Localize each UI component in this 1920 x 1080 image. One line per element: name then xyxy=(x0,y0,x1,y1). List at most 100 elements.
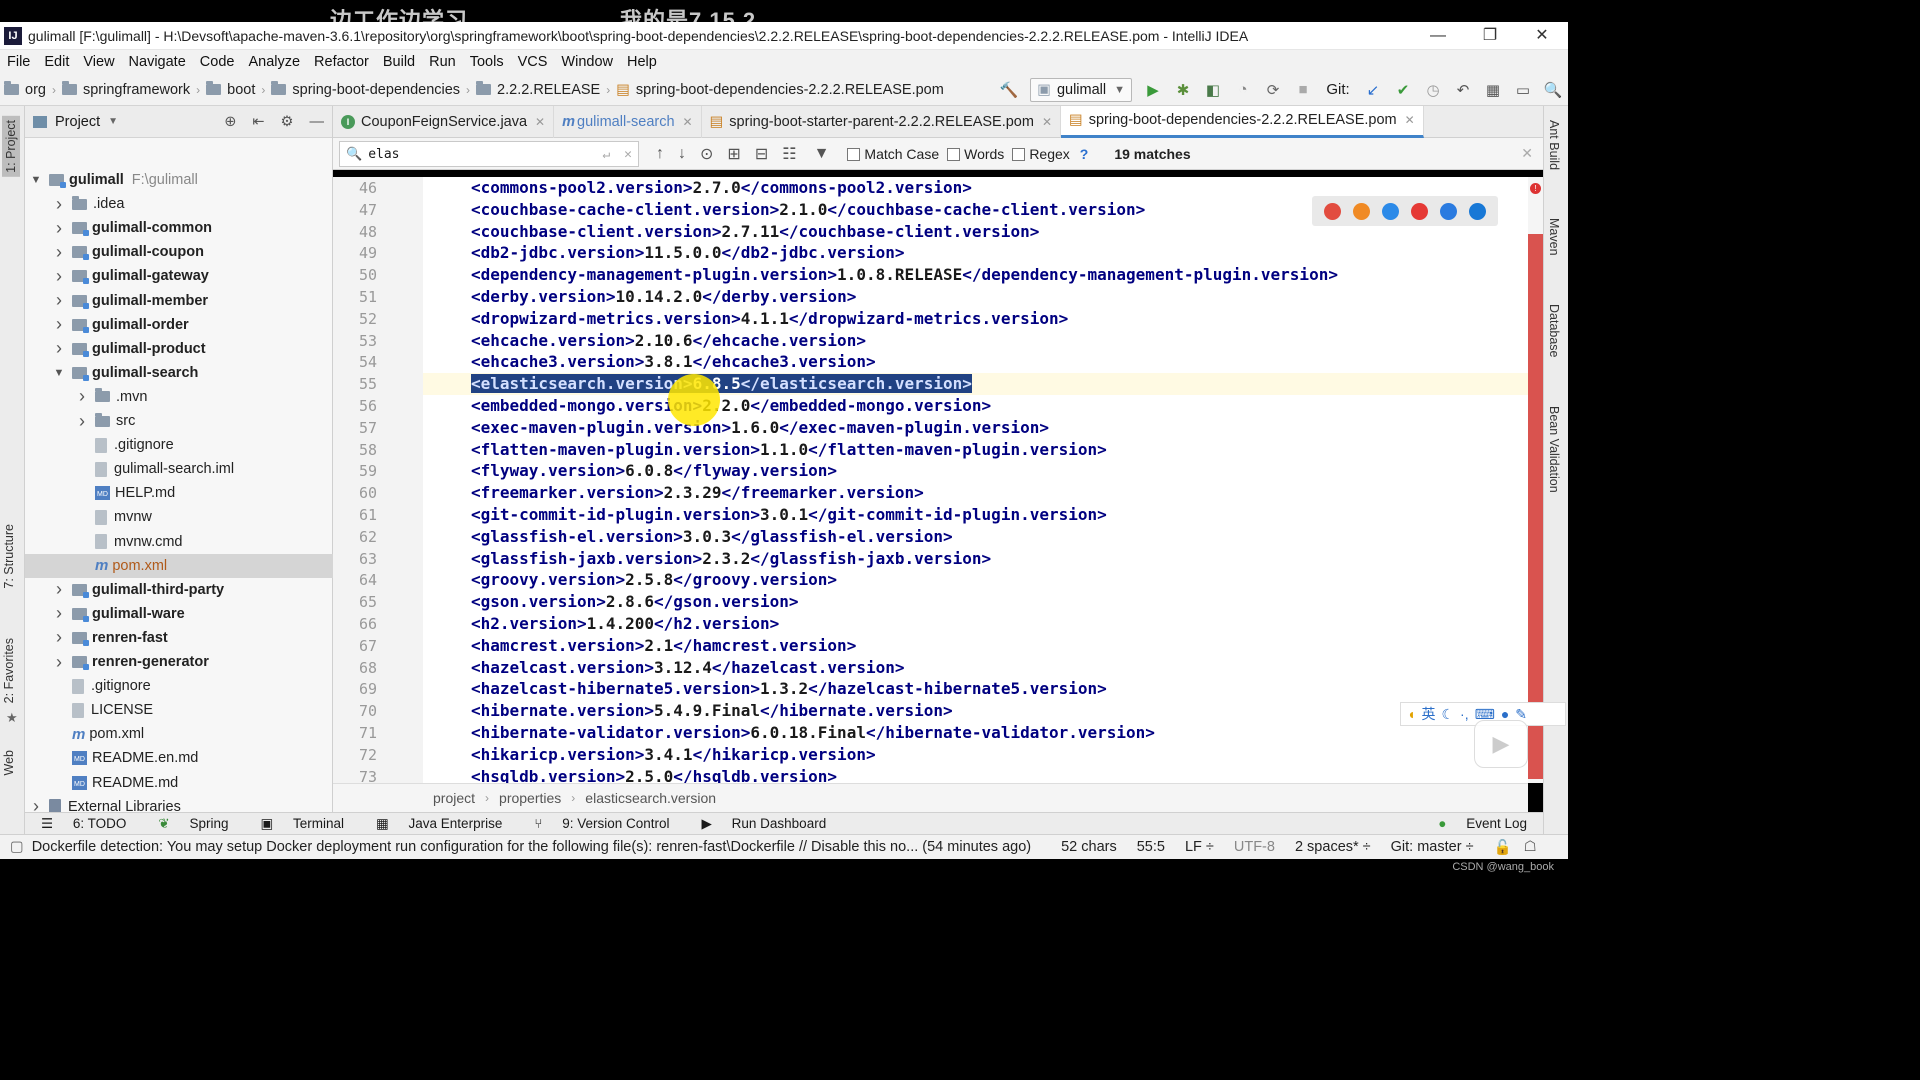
update-running-icon[interactable]: ⟳ xyxy=(1258,74,1288,106)
code-line[interactable]: <hamcrest.version>2.1</hamcrest.version> xyxy=(471,635,856,657)
code-line[interactable]: <embedded-mongo.version>2.2.0</embedded-… xyxy=(471,395,991,417)
restore-button[interactable]: ❐ xyxy=(1464,22,1516,50)
tree-item[interactable]: › gulimall-coupon xyxy=(25,240,333,264)
code-line[interactable]: <hikaricp.version>3.4.1</hikaricp.versio… xyxy=(471,744,876,766)
code-line[interactable]: <commons-pool2.version>2.7.0</commons-po… xyxy=(471,177,972,199)
breadcrumb-spring-boot-dependencies[interactable]: spring-boot-dependencies xyxy=(267,74,464,106)
breadcrumb-springframework[interactable]: springframework xyxy=(58,74,194,106)
newline-icon[interactable]: ↵ xyxy=(602,147,610,162)
previous-match-icon[interactable]: ↑ xyxy=(656,145,664,163)
run-icon[interactable]: ▶ xyxy=(1138,74,1168,106)
select-all-occurrences-icon[interactable]: ☷ xyxy=(782,144,796,164)
chevron-right-icon[interactable]: › xyxy=(52,266,66,287)
presentation-icon[interactable]: ▭ xyxy=(1508,74,1538,106)
collapse-all-icon[interactable]: ⇤ xyxy=(252,114,264,130)
chrome-icon[interactable] xyxy=(1324,202,1341,220)
tree-item[interactable]: › renren-generator xyxy=(25,650,333,674)
tree-item[interactable]: › renren-fast xyxy=(25,626,333,650)
search-everywhere-icon[interactable]: 🔍 xyxy=(1538,74,1568,106)
menu-navigate[interactable]: Navigate xyxy=(122,50,193,74)
git-rollback-icon[interactable]: ↶ xyxy=(1448,74,1478,106)
maven-tool-tab[interactable]: Maven xyxy=(1547,218,1561,256)
chevron-right-icon[interactable]: › xyxy=(52,579,66,600)
tree-item[interactable]: m pom.xml xyxy=(25,553,333,578)
structure-tool-tab[interactable]: 7: Structure xyxy=(2,524,16,589)
tree-item[interactable]: › gulimall-product xyxy=(25,337,333,361)
breadcrumb-pom-file[interactable]: ▤ spring-boot-dependencies-2.2.2.RELEASE.… xyxy=(612,74,948,106)
menu-build[interactable]: Build xyxy=(376,50,422,74)
code-line[interactable]: <glassfish-el.version>3.0.3</glassfish-e… xyxy=(471,526,953,548)
regex-checkbox[interactable] xyxy=(1012,148,1026,161)
code-line[interactable]: <flatten-maven-plugin.version>1.1.0</fla… xyxy=(471,439,1107,461)
editor-crumb-elasticsearch-version[interactable]: elasticsearch.version xyxy=(585,790,716,806)
tree-item[interactable]: m pom.xml xyxy=(25,722,333,746)
match-case-option[interactable]: Match Case xyxy=(847,146,939,162)
lock-icon[interactable]: 🔓 xyxy=(1494,839,1512,856)
menu-window[interactable]: Window xyxy=(554,50,620,74)
debug-icon[interactable]: ✱ xyxy=(1168,74,1198,106)
chevron-right-icon[interactable]: › xyxy=(75,386,89,407)
menu-vcs[interactable]: VCS xyxy=(511,50,555,74)
tree-item[interactable]: MD README.md xyxy=(25,771,333,795)
run-config-select[interactable]: ▣ gulimall ▼ xyxy=(1030,77,1132,102)
editor-tab[interactable]: ▤ spring-boot-dependencies-2.2.2.RELEASE.… xyxy=(1061,105,1424,138)
git-update-icon[interactable]: ↙ xyxy=(1358,74,1388,106)
tree-item[interactable]: › gulimall-order xyxy=(25,313,333,337)
clear-search-icon[interactable]: ✕ xyxy=(624,147,632,162)
regex-option[interactable]: Regex xyxy=(1012,146,1070,162)
menu-file[interactable]: File xyxy=(0,50,37,74)
tree-item[interactable]: › src xyxy=(25,409,333,433)
locate-target-icon[interactable]: ⊕ xyxy=(224,114,236,130)
settings-gear-icon[interactable]: ⚙ xyxy=(281,114,294,130)
menu-analyze[interactable]: Analyze xyxy=(241,50,307,74)
menu-refactor[interactable]: Refactor xyxy=(307,50,376,74)
code-line[interactable]: <gson.version>2.8.6</gson.version> xyxy=(471,591,799,613)
code-line[interactable]: <ehcache.version>2.10.6</ehcache.version… xyxy=(471,330,866,352)
minimize-button[interactable]: — xyxy=(1412,22,1464,50)
tree-item[interactable]: › gulimall-third-party xyxy=(25,578,333,602)
editor-tab[interactable]: ▤ spring-boot-starter-parent-2.2.2.RELEAS… xyxy=(702,105,1062,138)
git-branch[interactable]: Git: master ÷ xyxy=(1391,839,1474,855)
words-checkbox[interactable] xyxy=(947,148,961,161)
code-line[interactable]: <hazelcast-hibernate5.version>1.3.2</haz… xyxy=(471,678,1107,700)
tree-item[interactable]: MD HELP.md xyxy=(25,481,333,505)
indent-setting[interactable]: 2 spaces* ÷ xyxy=(1295,839,1371,855)
menu-view[interactable]: View xyxy=(76,50,121,74)
notifications-icon[interactable]: ☖ xyxy=(1524,839,1537,855)
code-editor[interactable]: <commons-pool2.version>2.7.0</commons-po… xyxy=(423,177,1528,783)
code-line[interactable]: <couchbase-client.version>2.7.11</couchb… xyxy=(471,221,1039,243)
favorites-tool-tab[interactable]: 2: Favorites xyxy=(2,638,16,703)
coverage-icon[interactable]: ◧ xyxy=(1198,74,1228,106)
match-case-checkbox[interactable] xyxy=(847,148,861,161)
tree-item[interactable]: MD README.en.md xyxy=(25,746,333,770)
chevron-right-icon[interactable]: › xyxy=(52,603,66,624)
tree-item[interactable]: ▼ gulimall-search xyxy=(25,361,333,385)
add-occurrence-icon[interactable]: ⊞ xyxy=(727,144,740,164)
code-line[interactable]: <dropwizard-metrics.version>4.1.1</dropw… xyxy=(471,308,1068,330)
todo-tool-tab[interactable]: ☰ 6: TODO xyxy=(33,816,134,832)
tree-item[interactable]: .gitignore xyxy=(25,674,333,698)
chevron-right-icon[interactable]: › xyxy=(52,652,66,673)
close-tab-icon[interactable]: ✕ xyxy=(1042,115,1052,129)
words-option[interactable]: Words xyxy=(947,146,1004,162)
video-play-icon[interactable]: ▶ xyxy=(1474,720,1528,768)
tree-item[interactable]: LICENSE xyxy=(25,698,333,722)
code-line[interactable]: <ehcache3.version>3.8.1</ehcache3.versio… xyxy=(471,351,876,373)
ie-icon[interactable] xyxy=(1440,202,1457,220)
breadcrumb-boot[interactable]: boot xyxy=(202,74,259,106)
code-line[interactable]: <db2-jdbc.version>11.5.0.0</db2-jdbc.ver… xyxy=(471,242,904,264)
editor-tab[interactable]: I CouponFeignService.java ✕ xyxy=(333,105,555,138)
next-match-icon[interactable]: ↓ xyxy=(678,145,686,163)
chevron-right-icon[interactable]: › xyxy=(52,242,66,263)
close-button[interactable]: ✕ xyxy=(1516,22,1568,50)
database-tool-tab[interactable]: Database xyxy=(1547,304,1561,358)
editor-scrollbar[interactable]: ! xyxy=(1528,177,1543,783)
chevron-right-icon[interactable]: › xyxy=(52,194,66,215)
code-line[interactable]: <couchbase-cache-client.version>2.1.0</c… xyxy=(471,199,1145,221)
safari-icon[interactable] xyxy=(1382,202,1399,220)
code-line[interactable]: <groovy.version>2.5.8</groovy.version> xyxy=(471,569,837,591)
profile-icon[interactable]: ◔ xyxy=(1228,74,1258,106)
event-log-tool-tab[interactable]: ● Event Log xyxy=(1430,816,1535,831)
chevron-right-icon[interactable]: › xyxy=(75,411,89,432)
code-line[interactable]: <hibernate.version>5.4.9.Final</hibernat… xyxy=(471,700,953,722)
